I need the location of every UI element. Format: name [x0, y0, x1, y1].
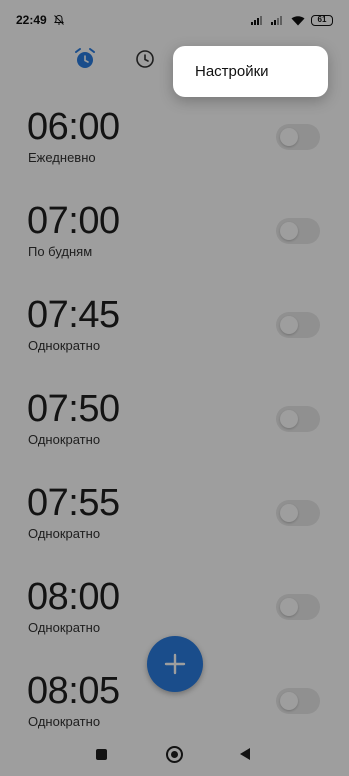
menu-item-settings[interactable]: Настройки — [173, 46, 328, 97]
menu-scrim[interactable] — [0, 0, 349, 776]
overflow-menu: Настройки — [173, 46, 328, 97]
